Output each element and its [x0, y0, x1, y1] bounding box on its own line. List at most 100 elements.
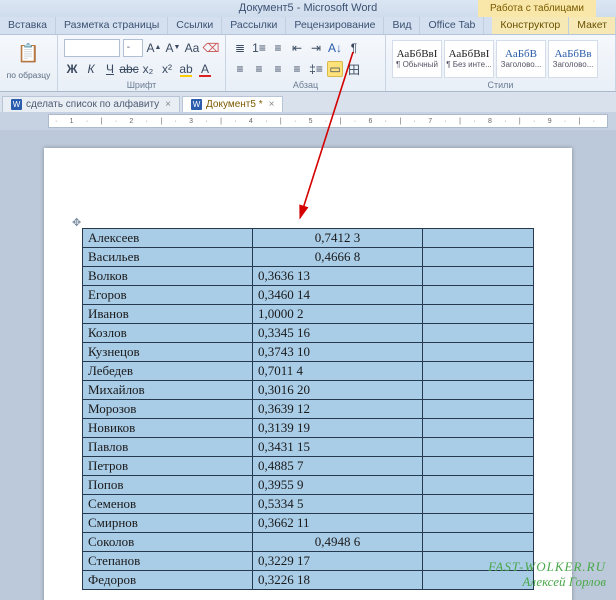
cell-name[interactable]: Семенов: [83, 495, 253, 514]
table-row[interactable]: Лебедев0,7011 4: [83, 362, 534, 381]
close-icon[interactable]: ×: [269, 99, 275, 110]
cell-empty[interactable]: [423, 476, 534, 495]
cell-empty[interactable]: [423, 362, 534, 381]
cell-value[interactable]: 0,3662 11: [253, 514, 423, 533]
table-row[interactable]: Васильев0,4666 8: [83, 248, 534, 267]
cell-name[interactable]: Васильев: [83, 248, 253, 267]
data-table[interactable]: Алексеев0,7412 3Васильев0,4666 8Волков0,…: [82, 228, 534, 590]
cell-name[interactable]: Волков: [83, 267, 253, 286]
superscript-button[interactable]: x²: [159, 61, 175, 77]
cell-empty[interactable]: [423, 400, 534, 419]
table-row[interactable]: Волков0,3636 13: [83, 267, 534, 286]
cell-name[interactable]: Соколов: [83, 533, 253, 552]
cell-value[interactable]: 0,3226 18: [253, 571, 423, 590]
align-left-button[interactable]: ≡: [232, 61, 248, 77]
table-row[interactable]: Новиков0,3139 19: [83, 419, 534, 438]
cell-value[interactable]: 0,3743 10: [253, 343, 423, 362]
cell-empty[interactable]: [423, 514, 534, 533]
tab-insert[interactable]: Вставка: [0, 17, 56, 34]
clear-format-icon[interactable]: ⌫: [203, 40, 219, 56]
cell-value[interactable]: 0,3345 16: [253, 324, 423, 343]
cell-empty[interactable]: [423, 457, 534, 476]
table-row[interactable]: Степанов0,3229 17: [83, 552, 534, 571]
show-marks-button[interactable]: ¶: [346, 40, 362, 56]
cell-name[interactable]: Кузнецов: [83, 343, 253, 362]
cell-value[interactable]: 0,3431 15: [253, 438, 423, 457]
cell-name[interactable]: Попов: [83, 476, 253, 495]
cell-name[interactable]: Козлов: [83, 324, 253, 343]
cell-value[interactable]: 0,3016 20: [253, 381, 423, 400]
strikethrough-button[interactable]: abc: [121, 61, 137, 77]
table-row[interactable]: Павлов0,3431 15: [83, 438, 534, 457]
table-row[interactable]: Смирнов0,3662 11: [83, 514, 534, 533]
line-spacing-button[interactable]: ‡≡: [308, 61, 324, 77]
tab-review[interactable]: Рецензирование: [286, 17, 384, 34]
doc-tab-1[interactable]: W сделать список по алфавиту ×: [2, 96, 180, 112]
doc-tab-2[interactable]: W Документ5 * ×: [182, 96, 283, 112]
subscript-button[interactable]: x₂: [140, 61, 156, 77]
close-icon[interactable]: ×: [165, 99, 171, 110]
table-row[interactable]: Морозов0,3639 12: [83, 400, 534, 419]
table-row[interactable]: Егоров0,3460 14: [83, 286, 534, 305]
tab-table-layout[interactable]: Макет: [569, 17, 616, 34]
italic-button[interactable]: К: [83, 61, 99, 77]
cell-empty[interactable]: [423, 438, 534, 457]
cell-value[interactable]: 0,3460 14: [253, 286, 423, 305]
cell-name[interactable]: Михайлов: [83, 381, 253, 400]
tab-page-layout[interactable]: Разметка страницы: [56, 17, 168, 34]
justify-button[interactable]: ≡: [289, 61, 305, 77]
cell-empty[interactable]: [423, 248, 534, 267]
cell-value[interactable]: 0,7412 3: [253, 229, 423, 248]
cell-value[interactable]: 0,7011 4: [253, 362, 423, 381]
cell-empty[interactable]: [423, 286, 534, 305]
increase-indent-button[interactable]: ⇥: [308, 40, 324, 56]
cell-empty[interactable]: [423, 229, 534, 248]
table-move-handle-icon[interactable]: ✥: [72, 216, 81, 229]
cell-value[interactable]: 1,0000 2: [253, 305, 423, 324]
shading-button[interactable]: ▭: [327, 61, 343, 77]
paste-icon[interactable]: 📋: [21, 46, 37, 62]
numbering-button[interactable]: 1≡: [251, 40, 267, 56]
highlight-color-button[interactable]: ab: [178, 61, 194, 77]
cell-empty[interactable]: [423, 324, 534, 343]
cell-name[interactable]: Петров: [83, 457, 253, 476]
bullets-button[interactable]: ≣: [232, 40, 248, 56]
borders-button[interactable]: 田: [346, 61, 362, 77]
style-normal[interactable]: АаБбВвІ ¶ Обычный: [392, 40, 442, 78]
bold-button[interactable]: Ж: [64, 61, 80, 77]
cell-value[interactable]: 0,3139 19: [253, 419, 423, 438]
cell-name[interactable]: Алексеев: [83, 229, 253, 248]
style-no-spacing[interactable]: АаБбВвІ ¶ Без инте...: [444, 40, 494, 78]
font-name-combo[interactable]: [64, 39, 120, 57]
cell-name[interactable]: Лебедев: [83, 362, 253, 381]
cell-empty[interactable]: [423, 533, 534, 552]
cell-value[interactable]: 0,3639 12: [253, 400, 423, 419]
cell-empty[interactable]: [423, 381, 534, 400]
cell-value[interactable]: 0,3229 17: [253, 552, 423, 571]
table-row[interactable]: Иванов1,0000 2: [83, 305, 534, 324]
cell-empty[interactable]: [423, 305, 534, 324]
cell-value[interactable]: 0,4666 8: [253, 248, 423, 267]
cell-value[interactable]: 0,5334 5: [253, 495, 423, 514]
cell-empty[interactable]: [423, 267, 534, 286]
underline-button[interactable]: Ч: [102, 61, 118, 77]
cell-name[interactable]: Смирнов: [83, 514, 253, 533]
tab-mailings[interactable]: Рассылки: [222, 17, 286, 34]
table-row[interactable]: Соколов0,4948 6: [83, 533, 534, 552]
cell-name[interactable]: Егоров: [83, 286, 253, 305]
sort-button[interactable]: А↓: [327, 40, 343, 56]
cell-value[interactable]: 0,4885 7: [253, 457, 423, 476]
style-heading1[interactable]: АаБбВ Заголово...: [496, 40, 546, 78]
table-row[interactable]: Петров0,4885 7: [83, 457, 534, 476]
table-row[interactable]: Алексеев0,7412 3: [83, 229, 534, 248]
cell-value[interactable]: 0,3636 13: [253, 267, 423, 286]
table-row[interactable]: Семенов0,5334 5: [83, 495, 534, 514]
cell-name[interactable]: Павлов: [83, 438, 253, 457]
horizontal-ruler[interactable]: · 1 · | · 2 · | · 3 · | · 4 · | · 5 · | …: [48, 114, 608, 128]
table-row[interactable]: Михайлов0,3016 20: [83, 381, 534, 400]
decrease-indent-button[interactable]: ⇤: [289, 40, 305, 56]
cell-name[interactable]: Степанов: [83, 552, 253, 571]
table-row[interactable]: Попов0,3955 9: [83, 476, 534, 495]
tab-references[interactable]: Ссылки: [168, 17, 222, 34]
tab-table-design[interactable]: Конструктор: [492, 17, 569, 34]
